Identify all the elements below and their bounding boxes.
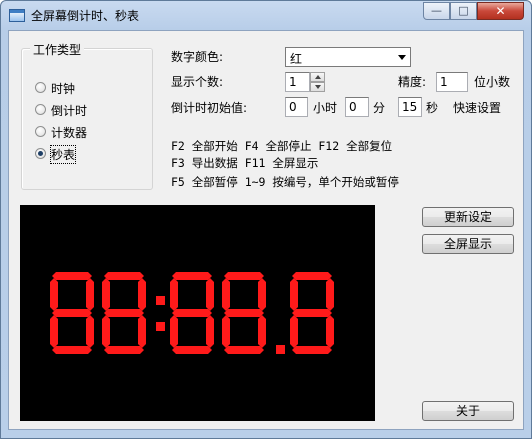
color-dropdown-value: 红 [290,52,303,66]
seven-segment-display [50,272,334,354]
segment-d [104,346,144,354]
quick-setting-link[interactable]: 快速设置 [453,99,501,116]
radio-countdown-indicator[interactable] [35,104,46,115]
minutes-unit-label: 分 [373,101,386,115]
segment-g [172,309,212,317]
maximize-button[interactable]: □ [450,2,477,20]
radio-stopwatch-label: 秒表 [49,145,77,164]
segment-e [222,315,230,348]
segment-c [258,315,266,348]
hotkey-hint-line-2: F3 导出数据 F11 全屏显示 [171,156,319,170]
segment-d [224,346,264,354]
digit-count-input[interactable]: 1 [285,72,310,92]
segment-f [222,278,230,311]
client-area: 工作类型 时钟 倒计时 计数器 秒表 数字颜色: 红 显示个数: 1 精度: 1… [8,30,524,430]
segment-f [102,278,110,311]
spin-up-icon[interactable] [310,72,325,82]
precision-label: 精度: [398,75,427,89]
radio-countdown-label: 倒计时 [51,104,88,118]
minutes-input[interactable]: 0 [345,97,369,117]
colon-dot [156,322,165,331]
digit-count-label: 显示个数: [171,75,224,89]
seconds-unit-label: 秒 [426,101,439,115]
decimal-places-label: 位小数 [474,75,511,89]
radio-clock-indicator[interactable] [35,82,46,93]
title-bar[interactable]: 全屏幕倒计时、秒表 — □ ✕ [1,1,531,29]
segment-b [326,278,334,311]
segment-b [258,278,266,311]
radio-counter-indicator[interactable] [35,126,46,137]
segment-e [170,315,178,348]
segment-d [52,346,92,354]
segment-d [292,346,332,354]
segment-g [52,309,92,317]
segment-a [292,272,332,280]
hotkey-hint-line-1: F2 全部开始 F4 全部停止 F12 全部复位 [171,139,393,153]
color-label: 数字颜色: [171,50,224,64]
decimal-point [276,345,285,354]
chevron-down-icon[interactable] [398,55,406,60]
segment-g [292,309,332,317]
segment-f [170,278,178,311]
segment-b [86,278,94,311]
segment-a [224,272,264,280]
color-dropdown[interactable]: 红 [285,47,411,67]
segment-e [102,315,110,348]
seconds-input[interactable]: 15 [398,97,422,117]
segment-b [206,278,214,311]
about-button[interactable]: 关于 [422,401,514,421]
radio-clock-label: 时钟 [51,82,76,96]
segment-a [172,272,212,280]
segment-a [104,272,144,280]
segment-f [50,278,58,311]
segment-d [172,346,212,354]
precision-input[interactable]: 1 [436,72,468,92]
radio-counter-label: 计数器 [51,126,88,140]
segment-c [206,315,214,348]
segment-g [224,309,264,317]
close-button[interactable]: ✕ [477,2,524,20]
digit-count-spinner[interactable] [310,72,325,92]
segment-c [326,315,334,348]
digit-display [20,205,375,421]
segment-e [290,315,298,348]
segment-g [104,309,144,317]
hotkey-hint-line-3: F5 全部暂停 1~9 按编号，单个开始或暂停 [171,175,399,189]
mode-group-label: 工作类型 [30,41,85,58]
colon-dot [156,296,165,305]
segment-f [290,278,298,311]
countdown-initial-label: 倒计时初始值: [171,101,248,115]
segment-c [138,315,146,348]
segment-e [50,315,58,348]
segment-c [86,315,94,348]
app-window-icon [9,9,25,22]
segment-b [138,278,146,311]
mode-groupbox: 工作类型 [21,41,153,190]
hours-input[interactable]: 0 [285,97,308,117]
fullscreen-button[interactable]: 全屏显示 [422,234,514,254]
app-window: 全屏幕倒计时、秒表 — □ ✕ 工作类型 时钟 倒计时 计数器 秒表 数字颜色:… [0,0,532,439]
segment-a [52,272,92,280]
radio-stopwatch-indicator[interactable] [35,148,46,159]
spin-down-icon[interactable] [310,82,325,92]
update-settings-button[interactable]: 更新设定 [422,207,514,227]
hours-unit-label: 小时 [313,101,338,115]
minimize-button[interactable]: — [423,2,450,20]
window-title: 全屏幕倒计时、秒表 [31,9,140,23]
